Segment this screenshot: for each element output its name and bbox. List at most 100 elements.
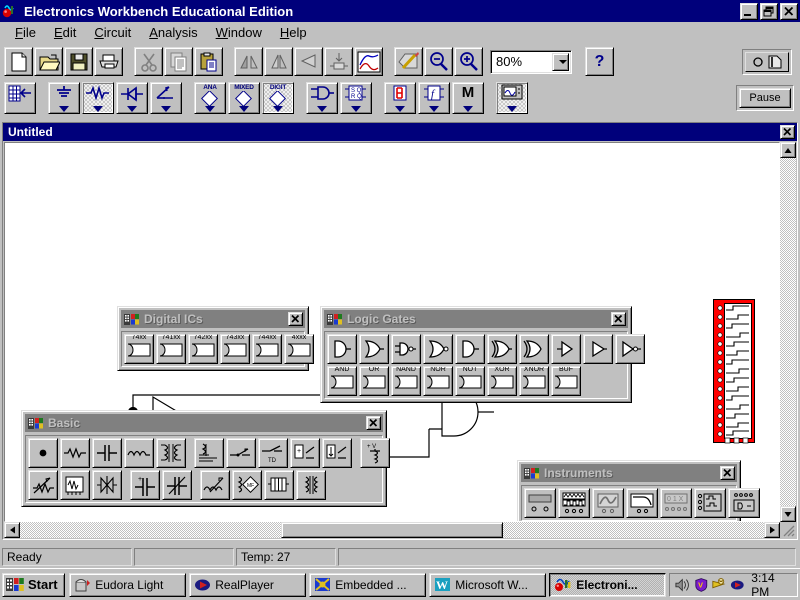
flip-horizontal-button[interactable]	[294, 47, 323, 76]
basic-transformer-cell[interactable]	[156, 438, 186, 468]
save-file-button[interactable]	[64, 47, 93, 76]
instrument-multimeter-cell[interactable]	[524, 488, 556, 518]
gate-nand-cell[interactable]: NAND	[391, 366, 421, 396]
parts-bin-favorites[interactable]	[4, 82, 36, 114]
print-button[interactable]	[94, 47, 123, 76]
menu-help[interactable]: Help	[271, 23, 316, 43]
gate-not-small-cell[interactable]	[551, 334, 581, 364]
basic-switch-cell[interactable]	[226, 438, 256, 468]
gate-and2-cell[interactable]	[327, 334, 357, 364]
gate-xor-cell[interactable]: XOR	[487, 366, 517, 396]
ic-74xx-cell[interactable]: 74xx	[124, 334, 154, 364]
horizontal-scroll-thumb[interactable]	[281, 522, 503, 538]
logic-analyzer-component[interactable]	[713, 299, 755, 445]
ic-741xx-cell[interactable]: 741xx	[156, 334, 186, 364]
realplayer-tray-icon[interactable]	[730, 577, 745, 593]
parts-bin-logic-gates[interactable]	[306, 82, 338, 114]
basic-variable-capacitor-cell[interactable]	[162, 470, 192, 500]
gate-nor2-cell[interactable]	[423, 334, 453, 364]
parts-bin-diodes[interactable]	[116, 82, 148, 114]
new-file-button[interactable]	[4, 47, 33, 76]
instruments-palette[interactable]: Instruments 0 1 X	[517, 460, 760, 521]
menu-edit[interactable]: Edit	[45, 23, 85, 43]
canvas-vertical-scrollbar[interactable]	[780, 142, 796, 522]
rotate-component-button[interactable]	[234, 47, 263, 76]
gate-not-cell[interactable]: NOT	[455, 366, 485, 396]
instrument-word-generator-cell[interactable]: 0 1 X	[660, 488, 692, 518]
display-graphs-button[interactable]	[354, 47, 383, 76]
parts-bin-miscellaneous[interactable]: M	[452, 82, 484, 114]
gate-xnor-cell[interactable]: XNOR	[519, 366, 549, 396]
document-close-button[interactable]	[780, 125, 795, 139]
basic-resistor-cell[interactable]	[60, 438, 90, 468]
basic-magnetic-core-cell[interactable]: MF	[232, 470, 262, 500]
zoom-out-button[interactable]	[424, 47, 453, 76]
scroll-left-button[interactable]	[4, 522, 20, 538]
palette-title-bar[interactable]: Basic	[25, 414, 383, 432]
flip-vertical-button[interactable]	[264, 47, 293, 76]
menu-circuit[interactable]: Circuit	[85, 23, 140, 43]
parts-bin-transistors[interactable]	[150, 82, 182, 114]
basic-pullup-resistor-cell[interactable]: + V	[360, 438, 390, 468]
ic-742xx-cell[interactable]: 742xx	[188, 334, 218, 364]
basic-variable-inductor-cell[interactable]	[200, 470, 230, 500]
gate-nor-cell[interactable]: NOR	[423, 366, 453, 396]
menu-file[interactable]: File	[6, 23, 45, 43]
close-button[interactable]	[780, 2, 798, 20]
taskbar-item-electronics[interactable]: Electroni...	[549, 572, 667, 597]
basic-nonlinear-transformer-cell[interactable]	[264, 470, 294, 500]
ic-4xxx-cell[interactable]: 4xxx	[284, 334, 314, 364]
gate-and-inv-cell[interactable]	[455, 334, 485, 364]
taskbar-item-embedded[interactable]: Embedded ...	[309, 572, 427, 597]
instrument-logic-converter-cell[interactable]	[728, 488, 760, 518]
parts-bin-sources[interactable]	[48, 82, 80, 114]
instrument-function-generator-cell[interactable]	[558, 488, 590, 518]
help-button[interactable]: ?	[585, 47, 614, 76]
volume-speaker-icon[interactable]	[675, 577, 690, 593]
open-file-button[interactable]	[34, 47, 63, 76]
palette-close-button[interactable]	[366, 416, 381, 430]
palette-close-button[interactable]	[611, 312, 626, 326]
taskbar-item-realplayer[interactable]: RealPlayer	[189, 572, 307, 597]
basic-polarized-capacitor-cell[interactable]: +	[130, 470, 160, 500]
gate-nand2-cell[interactable]	[391, 334, 421, 364]
copy-button[interactable]	[164, 47, 193, 76]
menu-analysis[interactable]: Analysis	[140, 23, 206, 43]
chevron-down-icon[interactable]	[552, 52, 569, 71]
parts-bin-controls[interactable]: f	[418, 82, 450, 114]
basic-capacitor-cell[interactable]	[92, 438, 122, 468]
canvas-horizontal-scrollbar[interactable]	[4, 522, 780, 538]
gate-xor2-cell[interactable]	[487, 334, 517, 364]
basic-potentiometer-cell[interactable]	[28, 470, 58, 500]
parts-bin-instruments[interactable]	[496, 82, 528, 114]
pause-button[interactable]: Pause	[739, 88, 791, 108]
antivirus-shield-icon[interactable]: V	[694, 577, 709, 593]
gate-xnor2-cell[interactable]	[519, 334, 549, 364]
zoom-in-button[interactable]	[454, 47, 483, 76]
instrument-bode-plotter-cell[interactable]	[626, 488, 658, 518]
paste-button[interactable]	[194, 47, 223, 76]
minimize-button[interactable]	[740, 2, 758, 20]
logic-gates-palette[interactable]: Logic Gates AND OR NAND NOR NOT XOR XNOR…	[320, 306, 645, 403]
scroll-right-button[interactable]	[764, 522, 780, 538]
gate-or2-cell[interactable]	[359, 334, 389, 364]
parts-bin-indicators[interactable]	[384, 82, 416, 114]
gate-buffer-inv-cell[interactable]	[615, 334, 645, 364]
basic-voltage-controlled-switch-cell[interactable]: +	[290, 438, 320, 468]
basic-palette[interactable]: Basic TD + + V + MF	[21, 410, 390, 507]
ic-743xx-cell[interactable]: 743xx	[220, 334, 250, 364]
basic-relay-cell[interactable]	[194, 438, 224, 468]
parts-bin-analog-ics[interactable]: ANA	[194, 82, 226, 114]
palette-close-button[interactable]	[288, 312, 303, 326]
cut-button[interactable]	[134, 47, 163, 76]
palette-close-button[interactable]	[720, 466, 735, 480]
digital-ics-palette[interactable]: Digital ICs 74xx 741xx 742xx 743xx 744xx…	[117, 306, 314, 371]
basic-current-controlled-switch-cell[interactable]	[322, 438, 352, 468]
zoom-level-select[interactable]: 80%	[490, 49, 572, 74]
gate-or-cell[interactable]: OR	[359, 366, 389, 396]
gate-and-cell[interactable]: AND	[327, 366, 357, 396]
start-button[interactable]: Start	[2, 572, 65, 597]
parts-bin-digital-ics[interactable]: DIGIT	[262, 82, 294, 114]
basic-connector-cell[interactable]	[28, 438, 58, 468]
instrument-logic-analyzer-cell[interactable]	[694, 488, 726, 518]
